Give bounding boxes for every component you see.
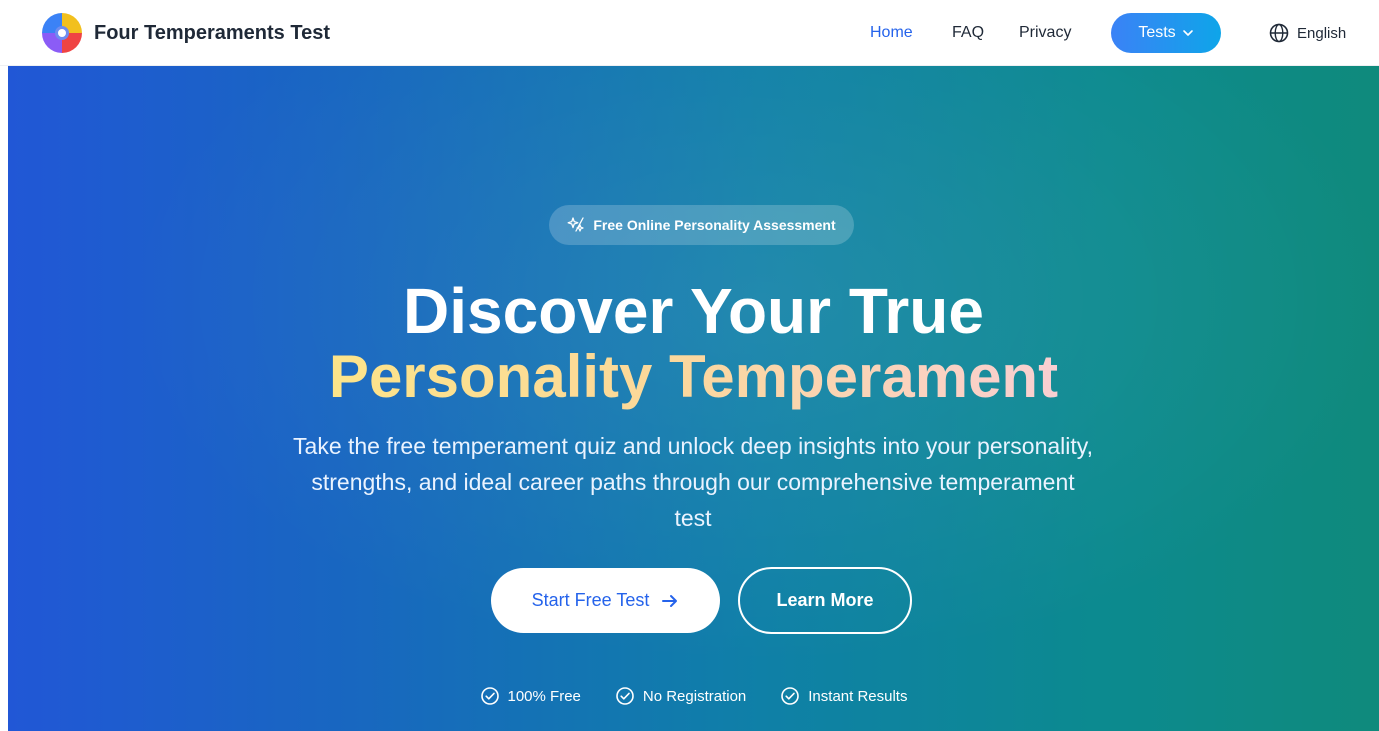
chevron-down-icon (1182, 30, 1193, 36)
badge-text: Free Online Personality Assessment (593, 217, 836, 233)
learn-more-button[interactable]: Learn More (738, 567, 912, 634)
hero-title-highlight: Personality Temperament (328, 343, 1059, 410)
tests-label: Tests (1138, 24, 1176, 41)
feature-item: Instant Results (780, 686, 907, 706)
brand[interactable]: Four Temperaments Test (42, 13, 330, 53)
hero-badge: Free Online Personality Assessment (549, 205, 854, 245)
check-circle-icon (616, 687, 634, 705)
feature-label: 100% Free (507, 687, 581, 705)
start-free-test-label: Start Free Test (531, 590, 650, 610)
sparkles-icon (567, 217, 585, 232)
hero-subtitle: Take the free temperament quiz and unloc… (293, 433, 1093, 531)
hero-title-line2: Personality Temperament (8, 342, 1379, 412)
nav-privacy-link[interactable]: Privacy (1019, 13, 1071, 53)
logo-icon (42, 13, 82, 53)
feature-item: No Registration (615, 686, 746, 706)
hero-title-line1: Discover Your True (403, 275, 984, 347)
site-header: Four Temperaments Test Home FAQ Privacy … (0, 0, 1379, 66)
feature-label: No Registration (642, 687, 747, 705)
feature-list: 100% Free No Registration Instant Result… (8, 686, 1379, 706)
arrow-right-icon (662, 594, 678, 607)
learn-more-label: Learn More (776, 590, 874, 610)
feature-item: 100% Free (480, 686, 581, 706)
language-label: English (1297, 24, 1347, 42)
brand-name: Four Temperaments Test (94, 21, 330, 44)
language-selector[interactable]: English (1269, 13, 1346, 53)
tests-dropdown-button[interactable]: Tests (1111, 13, 1221, 53)
check-circle-icon (480, 687, 499, 705)
globe-icon (1269, 23, 1289, 43)
nav-home-link[interactable]: Home (870, 13, 913, 53)
hero-section: Free Online Personality Assessment Disco… (8, 66, 1379, 731)
check-circle-icon (781, 687, 800, 705)
start-free-test-button[interactable]: Start Free Test (491, 568, 720, 633)
nav-faq-link[interactable]: FAQ (952, 13, 984, 53)
feature-label: Instant Results (808, 687, 908, 705)
